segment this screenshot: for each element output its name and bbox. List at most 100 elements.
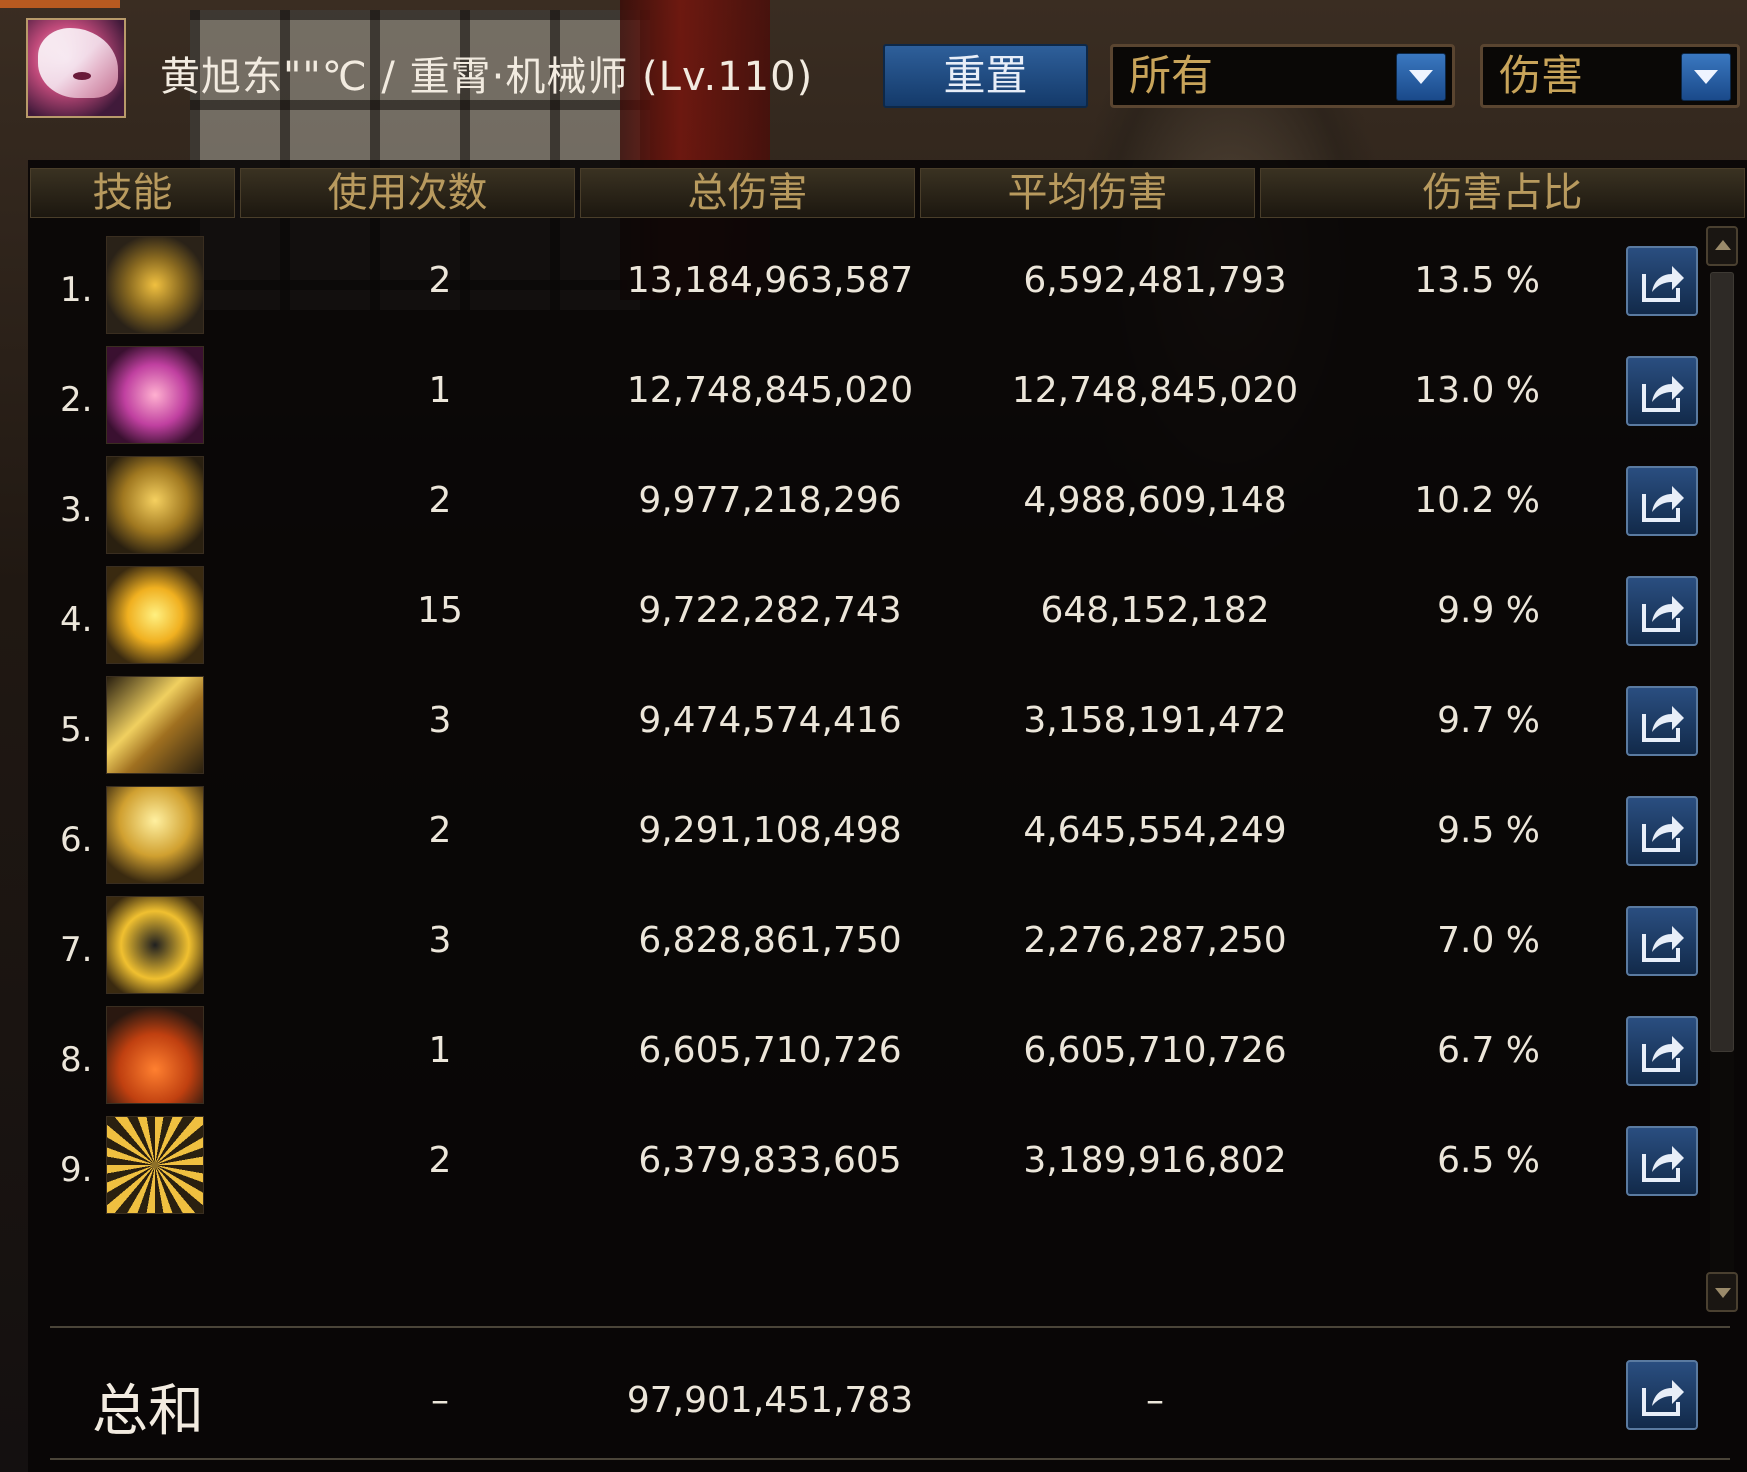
row-uses: 2 (428, 480, 452, 521)
share-icon (1642, 1146, 1684, 1182)
row-damage-percent: 9.7 % (1437, 700, 1540, 741)
type-dropdown[interactable]: 伤害 (1480, 44, 1740, 108)
row-uses: 2 (428, 260, 452, 301)
share-icon (1642, 486, 1684, 522)
scroll-up-button[interactable] (1706, 226, 1738, 266)
share-icon (1642, 1380, 1684, 1416)
column-header-percent[interactable]: 伤害占比 (1260, 168, 1745, 218)
summary-label: 总和 (92, 1379, 204, 1444)
summary-total: 97,901,451,783 (626, 1380, 914, 1421)
skill-2-icon[interactable] (106, 346, 204, 444)
table-row: 7. 3 6,828,861,750 2,276,287,250 7.0 % (30, 890, 1700, 1012)
table-row: 8. 1 6,605,710,726 6,605,710,726 6.7 % (30, 1000, 1700, 1122)
row-uses: 3 (428, 700, 452, 741)
row-total-damage: 13,184,963,587 (626, 260, 914, 301)
skill-6-icon[interactable] (106, 786, 204, 884)
row-total-damage: 12,748,845,020 (626, 370, 914, 411)
row-total-damage: 9,722,282,743 (638, 590, 902, 631)
row-uses: 2 (428, 1140, 452, 1181)
share-icon (1642, 376, 1684, 412)
row-average-damage: 4,645,554,249 (1023, 810, 1287, 851)
summary-share-button[interactable] (1626, 1360, 1698, 1430)
row-damage-percent: 9.9 % (1437, 590, 1540, 631)
column-header-total[interactable]: 总伤害 (580, 168, 915, 218)
share-icon (1642, 266, 1684, 302)
background-topbar (0, 0, 120, 8)
column-header-average[interactable]: 平均伤害 (920, 168, 1255, 218)
table-row: 1. 2 13,184,963,587 6,592,481,793 13.5 % (30, 230, 1700, 352)
character-avatar (26, 18, 126, 118)
row-damage-percent: 13.5 % (1414, 260, 1540, 301)
share-button[interactable] (1626, 356, 1698, 426)
row-average-damage: 12,748,845,020 (1011, 370, 1299, 411)
table-row: 2. 1 12,748,845,020 12,748,845,020 13.0 % (30, 340, 1700, 462)
row-average-damage: 3,158,191,472 (1023, 700, 1287, 741)
row-average-damage: 648,152,182 (1040, 590, 1270, 631)
row-uses: 1 (428, 1030, 452, 1071)
share-icon (1642, 706, 1684, 742)
share-button[interactable] (1626, 906, 1698, 976)
row-damage-percent: 7.0 % (1437, 920, 1540, 961)
avatar-hair (38, 28, 118, 98)
chevron-down-icon[interactable] (1396, 53, 1446, 101)
share-icon (1642, 926, 1684, 962)
skill-8-icon[interactable] (106, 1006, 204, 1104)
row-damage-percent: 9.5 % (1437, 810, 1540, 851)
reset-button[interactable]: 重置 (883, 44, 1088, 108)
row-damage-percent: 13.0 % (1414, 370, 1540, 411)
panel-bottom-line (50, 1458, 1730, 1460)
share-button[interactable] (1626, 686, 1698, 756)
row-total-damage: 6,379,833,605 (638, 1140, 902, 1181)
table-row: 9. 2 6,379,833,605 3,189,916,802 6.5 % (30, 1110, 1700, 1232)
scrollbar-thumb[interactable] (1710, 272, 1734, 1052)
skill-5-icon[interactable] (106, 676, 204, 774)
share-button[interactable] (1626, 246, 1698, 316)
column-header-skill[interactable]: 技能 (30, 168, 235, 218)
table-row: 3. 2 9,977,218,296 4,988,609,148 10.2 % (30, 450, 1700, 572)
row-uses: 1 (428, 370, 452, 411)
row-total-damage: 9,474,574,416 (638, 700, 902, 741)
share-button[interactable] (1626, 796, 1698, 866)
row-average-damage: 3,189,916,802 (1023, 1140, 1287, 1181)
row-damage-percent: 6.5 % (1437, 1140, 1540, 1181)
chevron-down-icon[interactable] (1681, 53, 1731, 101)
filter-dropdown-value: 所有 (1129, 51, 1214, 100)
skill-3-icon[interactable] (106, 456, 204, 554)
character-title: 黄旭东""℃ / 重霄·机械师 (Lv.110) (160, 54, 814, 100)
skill-7-icon[interactable] (106, 896, 204, 994)
row-total-damage: 6,828,861,750 (638, 920, 902, 961)
row-average-damage: 6,605,710,726 (1023, 1030, 1287, 1071)
row-total-damage: 6,605,710,726 (638, 1030, 902, 1071)
column-header-uses[interactable]: 使用次数 (240, 168, 575, 218)
scroll-down-button[interactable] (1706, 1272, 1738, 1312)
summary-uses: – (431, 1380, 449, 1421)
summary-divider (50, 1326, 1730, 1328)
row-uses: 2 (428, 810, 452, 851)
row-total-damage: 9,977,218,296 (638, 480, 902, 521)
share-button[interactable] (1626, 576, 1698, 646)
row-uses: 3 (428, 920, 452, 961)
avatar-eye (73, 72, 91, 80)
share-icon (1642, 816, 1684, 852)
skill-1-icon[interactable] (106, 236, 204, 334)
share-icon (1642, 1036, 1684, 1072)
summary-average: – (1146, 1380, 1164, 1421)
skill-9-icon[interactable] (106, 1116, 204, 1214)
share-button[interactable] (1626, 1016, 1698, 1086)
row-damage-percent: 10.2 % (1414, 480, 1540, 521)
share-button[interactable] (1626, 466, 1698, 536)
share-icon (1642, 596, 1684, 632)
row-damage-percent: 6.7 % (1437, 1030, 1540, 1071)
skill-4-icon[interactable] (106, 566, 204, 664)
table-row: 5. 3 9,474,574,416 3,158,191,472 9.7 % (30, 670, 1700, 792)
row-average-damage: 4,988,609,148 (1023, 480, 1287, 521)
share-button[interactable] (1626, 1126, 1698, 1196)
row-total-damage: 9,291,108,498 (638, 810, 902, 851)
table-header: 技能 使用次数 总伤害 平均伤害 伤害占比 (30, 168, 1745, 218)
row-average-damage: 2,276,287,250 (1023, 920, 1287, 961)
type-dropdown-value: 伤害 (1499, 51, 1584, 100)
row-uses: 15 (417, 590, 463, 631)
row-average-damage: 6,592,481,793 (1023, 260, 1287, 301)
filter-dropdown[interactable]: 所有 (1110, 44, 1455, 108)
table-row: 4. 15 9,722,282,743 648,152,182 9.9 % (30, 560, 1700, 682)
